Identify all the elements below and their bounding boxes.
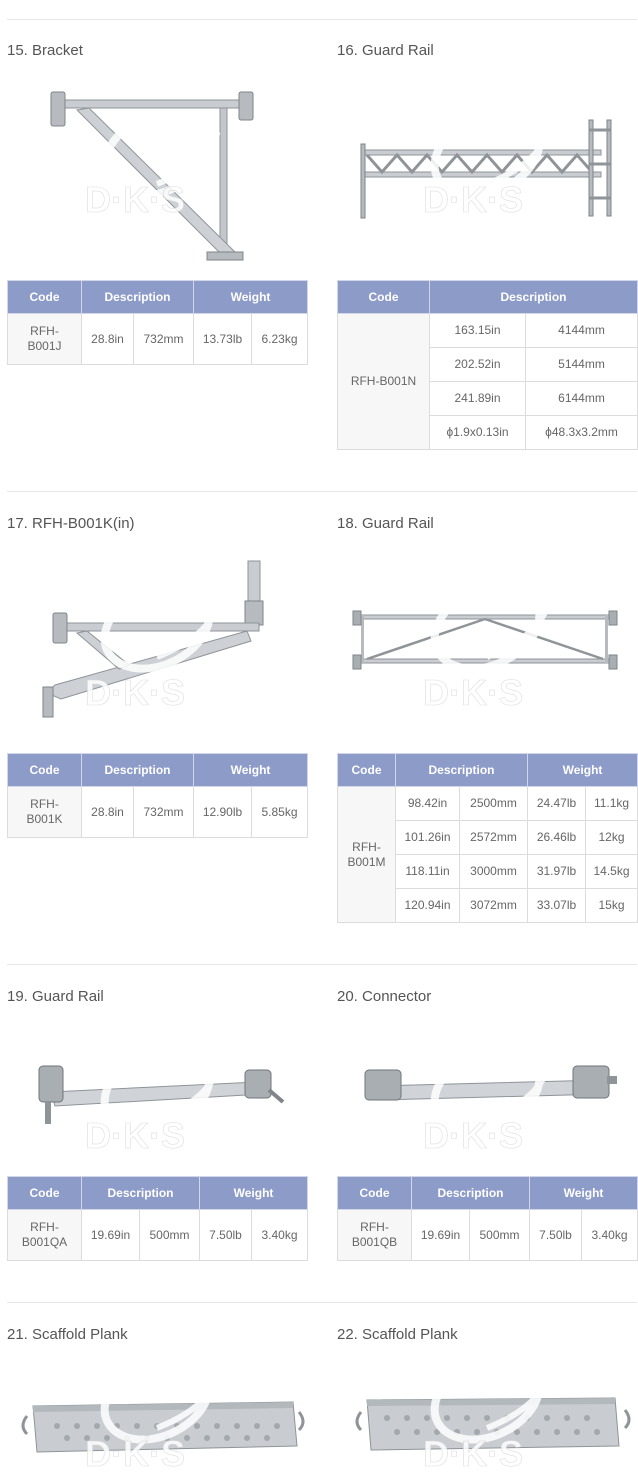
length-mm: 2500mm <box>458 786 529 821</box>
code-cell: RFH- B001K <box>7 786 82 838</box>
weight-lb: 33.07lb <box>527 888 587 923</box>
length-mm: 732mm <box>132 786 195 838</box>
svg-text:D·K·S: D·K·S <box>85 1115 185 1156</box>
header-weight: Weight <box>529 1176 638 1210</box>
spec-table: Code Description Weight RFH- B001K 28.8in… <box>7 753 309 838</box>
length-in: 28.8in <box>81 313 134 365</box>
weight-kg: 6.23kg <box>251 313 309 365</box>
product-title: 22. Scaffold Plank <box>337 1326 458 1343</box>
product-title: 19. Guard Rail <box>7 988 104 1005</box>
length-mm: 500mm <box>468 1209 531 1261</box>
weight-kg: 3.40kg <box>251 1209 309 1261</box>
length-in: 120.94in <box>395 888 460 923</box>
weight-kg: 15kg <box>585 888 638 923</box>
weight-lb: 13.73lb <box>193 313 253 365</box>
guard-rail-image: D·K·S <box>337 74 637 274</box>
length-in: 118.11in <box>395 854 460 889</box>
weight-kg: 14.5kg <box>585 854 638 889</box>
header-description: Description <box>394 753 529 787</box>
length-mm: 4144mm <box>524 313 638 348</box>
code-cell: RFH- B001J <box>7 313 82 365</box>
length-mm: 5144mm <box>524 347 638 382</box>
length-in: 163.15in <box>429 313 526 348</box>
svg-text:D·K·S: D·K·S <box>85 179 185 220</box>
svg-text:D·K·S: D·K·S <box>423 1433 523 1474</box>
spec-table: Code Description RFH-B001N 163.15in 4144… <box>337 280 638 450</box>
tube-size-in: ϕ1.9x0.13in <box>429 415 526 450</box>
code-cell: RFH- B001QA <box>7 1209 82 1261</box>
length-in: 241.89in <box>429 381 526 416</box>
length-in: 19.69in <box>81 1209 140 1261</box>
length-in: 101.26in <box>395 820 460 855</box>
length-mm: 500mm <box>138 1209 201 1261</box>
header-description: Description <box>410 1176 531 1210</box>
header-weight: Weight <box>193 280 309 314</box>
header-code: Code <box>337 753 396 787</box>
header-description: Description <box>80 1176 201 1210</box>
product-title: 17. RFH-B001K(in) <box>7 515 135 532</box>
svg-text:D·K·S: D·K·S <box>85 672 185 713</box>
weight-lb: 24.47lb <box>527 786 587 821</box>
spec-table: Code Description Weight RFH- B001QA 19.69… <box>7 1176 309 1261</box>
header-weight: Weight <box>199 1176 309 1210</box>
length-in: 19.69in <box>411 1209 470 1261</box>
weight-kg: 12kg <box>585 820 638 855</box>
product-title: 18. Guard Rail <box>337 515 434 532</box>
length-mm: 3000mm <box>458 854 529 889</box>
dks-watermark-logo: D·K·S <box>423 108 551 220</box>
length-mm: 6144mm <box>524 381 638 416</box>
length-in: 202.52in <box>429 347 526 382</box>
spec-table: Code Description Weight RFH- B001M 98.42i… <box>337 753 638 923</box>
dks-watermark-logo: D·K·S <box>85 108 221 220</box>
code-cell: RFH-B001N <box>337 313 430 450</box>
scaffold-plank-image: D·K·S <box>337 1350 637 1479</box>
weight-lb: 26.46lb <box>527 820 587 855</box>
header-code: Code <box>337 1176 412 1210</box>
bracket-image: D·K·S <box>7 547 307 747</box>
header-description: Description <box>80 280 195 314</box>
product-title: 21. Scaffold Plank <box>7 1326 128 1343</box>
length-in: 28.8in <box>81 786 134 838</box>
section-divider <box>7 491 637 492</box>
code-cell: RFH- B001QB <box>337 1209 412 1261</box>
length-mm: 3072mm <box>458 888 529 923</box>
weight-lb: 7.50lb <box>529 1209 583 1261</box>
product-title: 15. Bracket <box>7 42 83 59</box>
weight-lb: 12.90lb <box>193 786 253 838</box>
scaffold-plank-image: D·K·S <box>7 1350 307 1479</box>
spec-table: Code Description Weight RFH- B001QB 19.69… <box>337 1176 638 1261</box>
weight-lb: 7.50lb <box>199 1209 253 1261</box>
section-divider <box>7 1302 637 1303</box>
header-weight: Weight <box>193 753 309 787</box>
header-code: Code <box>337 280 430 314</box>
svg-text:D·K·S: D·K·S <box>423 179 523 220</box>
weight-kg: 3.40kg <box>581 1209 638 1261</box>
header-description: Description <box>80 753 195 787</box>
weight-kg: 5.85kg <box>251 786 309 838</box>
spec-table: Code Description Weight RFH- B001J 28.8in… <box>7 280 309 365</box>
header-weight: Weight <box>527 753 638 787</box>
svg-text:D·K·S: D·K·S <box>85 1433 185 1474</box>
bracket-image: D·K·S <box>7 74 307 274</box>
header-code: Code <box>7 280 82 314</box>
header-code: Code <box>7 1176 82 1210</box>
length-mm: 2572mm <box>458 820 529 855</box>
header-description: Description <box>428 280 638 314</box>
section-divider <box>7 19 637 20</box>
guard-rail-image: D·K·S <box>337 547 637 747</box>
dks-watermark-logo: D·K·S <box>423 581 551 713</box>
code-cell: RFH- B001M <box>337 786 396 923</box>
product-title: 16. Guard Rail <box>337 42 434 59</box>
header-code: Code <box>7 753 82 787</box>
svg-text:D·K·S: D·K·S <box>423 672 523 713</box>
dks-watermark-logo: D·K·S <box>85 581 221 713</box>
weight-kg: 11.1kg <box>585 786 638 821</box>
product-title: 20. Connector <box>337 988 432 1005</box>
svg-text:D·K·S: D·K·S <box>423 1115 523 1156</box>
length-mm: 732mm <box>132 313 195 365</box>
tube-size-mm: ϕ48.3x3.2mm <box>524 415 638 450</box>
length-in: 98.42in <box>395 786 460 821</box>
weight-lb: 31.97lb <box>527 854 587 889</box>
section-divider <box>7 964 637 965</box>
